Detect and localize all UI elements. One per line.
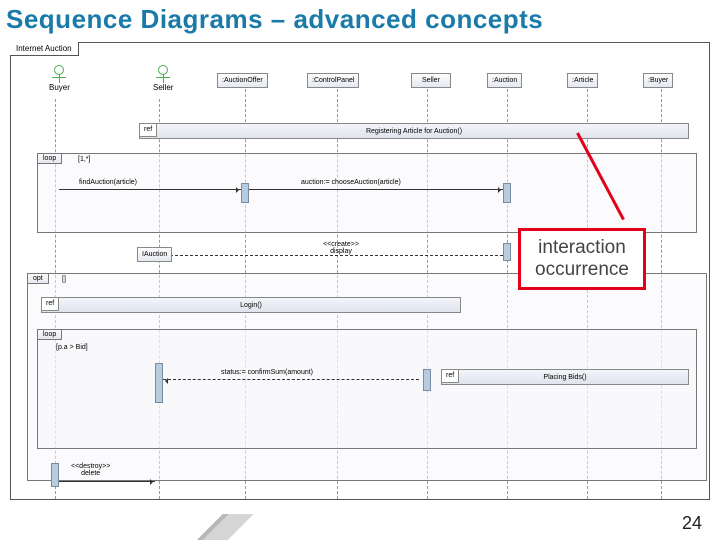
ref-tag: ref — [41, 297, 59, 311]
activation — [503, 183, 511, 203]
opt-label: opt — [27, 273, 49, 284]
lifeline-controlpanel: :ControlPanel — [307, 73, 359, 88]
loop1-label: loop — [37, 153, 62, 164]
loop-fragment-2: loop [p.a > Bid] — [37, 329, 697, 449]
activation — [423, 369, 431, 391]
ref-tag: ref — [441, 369, 459, 383]
callout-box: interactionoccurrence — [518, 228, 646, 290]
ref-register-article: ref Registering Article for Auction() — [139, 123, 689, 139]
loop1-guard: [1,*] — [78, 156, 90, 163]
frame-label: Internet Auction — [10, 42, 79, 56]
loop2-guard: [p.a > Bid] — [56, 344, 88, 351]
opt-guard: [] — [62, 276, 66, 283]
lifeline-article: :Article — [567, 73, 598, 88]
callout-text: interactionoccurrence — [535, 237, 629, 280]
msg-confirm: status:= confirmSum(amount) — [221, 369, 313, 376]
arrow — [59, 481, 155, 482]
actor-buyer: Buyer — [49, 65, 70, 92]
msg-choose: auction:= chooseAuction(article) — [301, 179, 401, 186]
ref-tag: ref — [139, 123, 157, 137]
lifeline-buyer: :Buyer — [643, 73, 673, 88]
arrow — [59, 189, 241, 190]
decorative-stripe — [130, 514, 310, 540]
ref-bids-label: Placing Bids() — [543, 374, 586, 381]
ref-register-label: Registering Article for Auction() — [366, 128, 462, 135]
ref-placing-bids: ref Placing Bids() — [441, 369, 689, 385]
actor-seller-label: Seller — [153, 83, 173, 92]
actor-seller: Seller — [153, 65, 173, 92]
lifeline-seller: Seller — [411, 73, 451, 88]
lifeline-auction: :Auction — [487, 73, 522, 88]
arrow — [249, 189, 503, 190]
msg-destroy: <<destroy>> delete — [71, 463, 110, 477]
ref-login: ref Login() — [41, 297, 461, 313]
lifeline-auctionoffer: :AuctionOffer — [217, 73, 268, 88]
loop2-label: loop — [37, 329, 62, 340]
actor-buyer-label: Buyer — [49, 83, 70, 92]
msg-create-display: <<create>> display — [301, 241, 381, 255]
msg-findauction: findAuction(article) — [79, 179, 137, 186]
loop-fragment-1: loop [1,*] — [37, 153, 697, 233]
page-number: 24 — [682, 513, 702, 534]
iauction-box: IAuction — [137, 247, 172, 262]
page-title: Sequence Diagrams – advanced concepts — [0, 0, 720, 39]
activation — [51, 463, 59, 487]
activation — [241, 183, 249, 203]
activation — [503, 243, 511, 261]
arrow-dash — [163, 379, 419, 380]
ref-login-label: Login() — [240, 302, 262, 309]
arrow-dash — [165, 255, 503, 256]
